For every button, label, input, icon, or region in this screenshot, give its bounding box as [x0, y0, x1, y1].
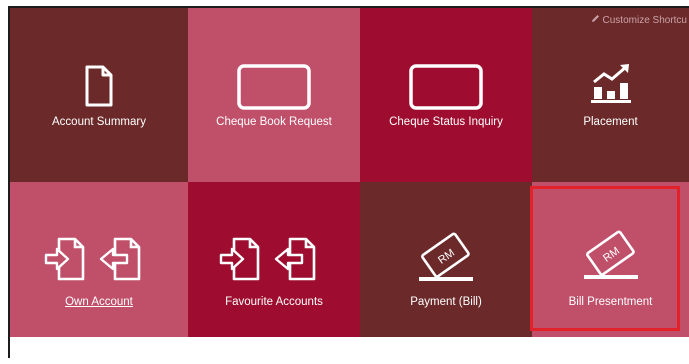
tile-label: Favourite Accounts — [225, 296, 323, 308]
tile-label: Payment (Bill) — [410, 296, 482, 308]
tile-own-account[interactable]: Own Account — [10, 182, 188, 346]
document-icon — [10, 64, 188, 108]
bill-rm-icon: RM — [360, 230, 532, 284]
bar-chart-growth-icon — [532, 60, 689, 106]
tile-payment-bill[interactable]: RM Payment (Bill) — [360, 182, 532, 346]
tile-label: Placement — [583, 116, 638, 128]
transfer-documents-icon — [10, 236, 188, 282]
cheque-icon — [360, 64, 532, 110]
tile-label: Cheque Book Request — [216, 116, 332, 128]
tile-cheque-book-request[interactable]: Cheque Book Request — [188, 8, 360, 182]
customize-shortcuts-label: Customize Shortcu — [602, 14, 687, 26]
tile-bill-presentment[interactable]: RM Bill Presentment — [532, 182, 689, 346]
tile-placement[interactable]: Customize Shortcu Placement — [532, 8, 689, 182]
transfer-documents-icon — [188, 236, 360, 282]
customize-shortcuts-button[interactable]: Customize Shortcu — [591, 14, 687, 26]
tile-label: Bill Presentment — [568, 296, 653, 308]
bill-rm-icon: RM — [532, 228, 689, 282]
shortcut-grid: Account Summary Cheque Book Request Cheq… — [10, 8, 689, 353]
tile-label: Cheque Status Inquiry — [389, 116, 503, 128]
tile-favourite-accounts[interactable]: Favourite Accounts — [188, 182, 360, 346]
tile-label: Own Account — [65, 296, 133, 308]
panel-bottom-strip — [10, 337, 689, 353]
tile-account-summary[interactable]: Account Summary — [10, 8, 188, 182]
tile-cheque-status-inquiry[interactable]: Cheque Status Inquiry — [360, 8, 532, 182]
cheque-icon — [188, 64, 360, 110]
tile-label: Account Summary — [52, 116, 146, 128]
pencil-icon — [591, 14, 600, 26]
